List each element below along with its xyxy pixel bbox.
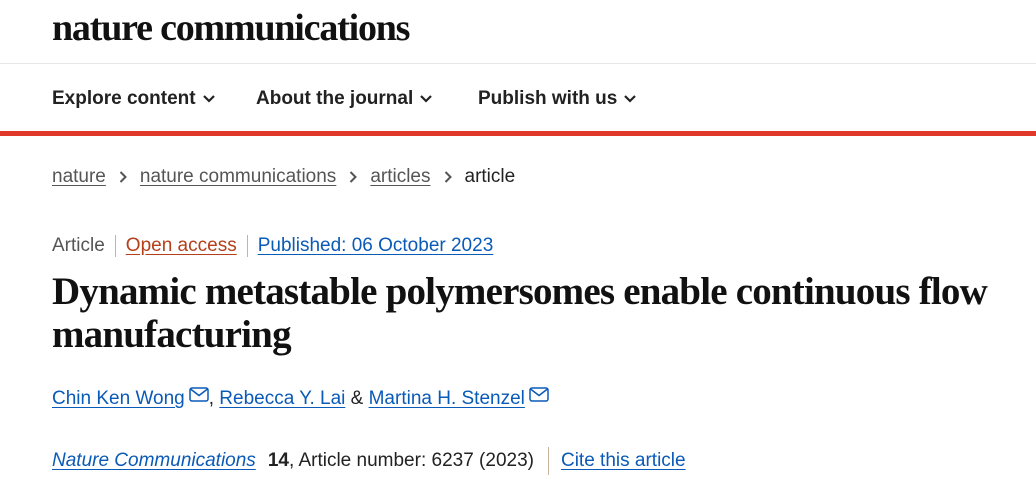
- chevron-right-icon: [349, 171, 358, 183]
- journal-link[interactable]: Nature Communications: [52, 450, 256, 472]
- author-link[interactable]: Martina H. Stenzel: [369, 388, 525, 410]
- author-list: Chin Ken Wong , Rebecca Y. Lai & Martina…: [52, 386, 549, 410]
- nav-label: About the journal: [256, 88, 414, 109]
- nav-label: Explore content: [52, 88, 196, 109]
- breadcrumb-nature-communications[interactable]: nature communications: [140, 166, 336, 188]
- author-link[interactable]: Rebecca Y. Lai: [219, 388, 345, 410]
- article-title: Dynamic metastable polymersomes enable c…: [52, 270, 988, 356]
- published-date-link[interactable]: Published: 06 October 2023: [248, 235, 494, 257]
- breadcrumb-articles[interactable]: articles: [370, 166, 430, 188]
- breadcrumb-nature[interactable]: nature: [52, 166, 106, 188]
- mail-icon[interactable]: [529, 386, 549, 402]
- site-header: nature communications: [0, 0, 1036, 64]
- main-nav: Explore content About the journal Publis…: [0, 64, 1036, 136]
- cite-this-article-link[interactable]: Cite this article: [561, 450, 686, 472]
- nav-explore-content[interactable]: Explore content: [52, 88, 215, 110]
- mail-icon[interactable]: [188, 386, 209, 402]
- nav-about-journal[interactable]: About the journal: [256, 88, 433, 110]
- open-access-link[interactable]: Open access: [116, 235, 248, 257]
- volume-number: 14: [267, 450, 289, 471]
- author-separator: &: [345, 388, 369, 409]
- chevron-right-icon: [444, 171, 452, 183]
- chevron-down-icon: [202, 95, 215, 103]
- site-logo[interactable]: nature communications: [52, 6, 410, 50]
- chevron-right-icon: [119, 171, 127, 183]
- author-separator: ,: [208, 388, 220, 409]
- article-meta: Article Open access Published: 06 Octobe…: [52, 235, 493, 257]
- divider: [547, 447, 549, 475]
- article-number: , Article number: 6237 (2023): [288, 450, 534, 471]
- article-type: Article: [52, 235, 116, 257]
- citation-line: Nature Communications 14 , Article numbe…: [52, 447, 686, 475]
- chevron-down-icon: [624, 95, 637, 103]
- breadcrumb: nature nature communications articles ar…: [52, 166, 515, 188]
- author-link[interactable]: Chin Ken Wong: [52, 388, 185, 410]
- breadcrumb-current: article: [464, 166, 516, 187]
- nav-publish-with-us[interactable]: Publish with us: [478, 88, 637, 110]
- nav-label: Publish with us: [478, 88, 618, 109]
- chevron-down-icon: [420, 95, 433, 103]
